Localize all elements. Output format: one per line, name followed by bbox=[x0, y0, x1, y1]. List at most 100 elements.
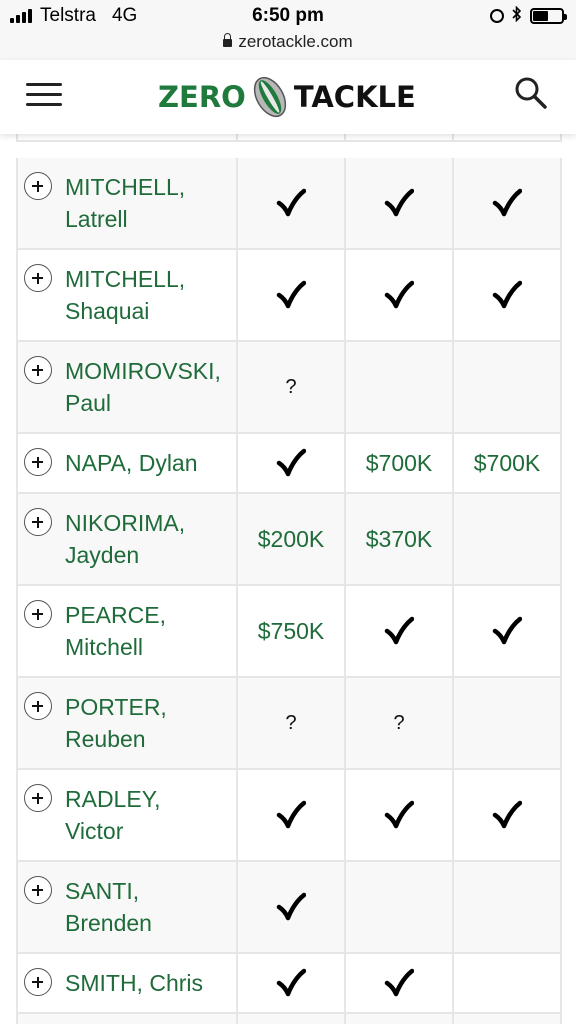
player-name[interactable]: SMITH, Chris bbox=[65, 967, 235, 999]
expand-row-plus-icon[interactable] bbox=[24, 692, 52, 720]
expand-row-plus-icon[interactable] bbox=[24, 172, 52, 200]
expand-row-plus-icon[interactable] bbox=[24, 356, 52, 384]
contracts-table: MITCHELL, Latrell MITCHELL, Shaquai MOMIROVS… bbox=[16, 134, 562, 1024]
player-name-cell: MITCHELL, Shaquai bbox=[16, 250, 238, 342]
season-cell bbox=[238, 770, 346, 862]
player-name-cell: RADLEY, Victor bbox=[16, 770, 238, 862]
checkmark-icon bbox=[492, 188, 522, 218]
player-name-line: SMITH, Chris bbox=[65, 970, 203, 996]
season-cell: $200K bbox=[238, 494, 346, 586]
season-cell: $370K bbox=[346, 494, 454, 586]
contract-value: $200K bbox=[257, 525, 325, 552]
season-cell bbox=[346, 250, 454, 342]
table-row: NAPA, Dylan $700K $700K bbox=[16, 434, 562, 494]
season-cell: ? bbox=[238, 678, 346, 770]
checkmark-icon bbox=[276, 280, 306, 310]
expand-row-plus-icon[interactable] bbox=[24, 876, 52, 904]
expand-row-plus-icon[interactable] bbox=[24, 968, 52, 996]
url-bar[interactable]: zerotackle.com bbox=[0, 32, 576, 60]
checkmark-icon bbox=[276, 448, 306, 478]
checkmark-icon bbox=[384, 616, 414, 646]
search-icon[interactable] bbox=[514, 76, 548, 115]
unknown-value: ? bbox=[393, 711, 405, 734]
player-name[interactable]: MITCHELL, Shaquai bbox=[65, 263, 235, 327]
season-cell bbox=[238, 1014, 346, 1024]
player-name[interactable]: RADLEY, Victor bbox=[65, 783, 235, 847]
season-cell bbox=[454, 1014, 562, 1024]
season-cell bbox=[346, 134, 454, 142]
player-name-cell: SANTI, Brenden bbox=[16, 862, 238, 954]
player-name-line: RADLEY, bbox=[65, 786, 161, 812]
season-cell bbox=[346, 342, 454, 434]
table-row: MOMIROVSKI, Paul? bbox=[16, 342, 562, 434]
expand-row-plus-icon[interactable] bbox=[24, 264, 52, 292]
checkmark-icon bbox=[492, 616, 522, 646]
player-name[interactable]: PORTER, Reuben bbox=[65, 691, 235, 755]
player-name-cell: MOMIROVSKI, Paul bbox=[16, 342, 238, 434]
table-row: SMITH, Chris bbox=[16, 954, 562, 1014]
table-row: NIKORIMA, Jayden $200K $370K bbox=[16, 494, 562, 586]
player-name[interactable]: NIKORIMA, Jayden bbox=[65, 507, 235, 571]
season-cell: ? bbox=[346, 678, 454, 770]
season-cell: $700K bbox=[346, 434, 454, 494]
player-name-line: NIKORIMA, bbox=[65, 510, 186, 536]
season-cell: ? bbox=[238, 342, 346, 434]
battery-icon bbox=[530, 8, 567, 24]
status-bar: Telstra 4G 6:50 pm bbox=[0, 0, 576, 32]
season-cell bbox=[238, 862, 346, 954]
rugby-ball-icon bbox=[253, 76, 286, 118]
player-name-line: Victor bbox=[65, 818, 124, 844]
player-name-line: NAPA, Dylan bbox=[65, 450, 198, 476]
contract-value: $700K bbox=[473, 449, 541, 476]
contract-value: $750K bbox=[257, 617, 325, 644]
url-text: zerotackle.com bbox=[238, 32, 353, 51]
player-name-cell: MITCHELL, Latrell bbox=[16, 158, 238, 250]
player-name[interactable]: PEARCE, Mitchell bbox=[65, 599, 235, 663]
player-name[interactable]: MITCHELL, Latrell bbox=[65, 171, 235, 235]
expand-row-plus-icon[interactable] bbox=[24, 448, 52, 476]
unknown-value: ? bbox=[285, 375, 297, 398]
season-cell bbox=[238, 158, 346, 250]
season-cell bbox=[346, 586, 454, 678]
checkmark-icon bbox=[492, 280, 522, 310]
expand-row-plus-icon[interactable] bbox=[24, 784, 52, 812]
checkmark-icon bbox=[384, 188, 414, 218]
logo-zero-text: ZERO bbox=[158, 80, 246, 114]
logo-tackle-text: TACKLE bbox=[293, 80, 416, 114]
player-name[interactable]: NAPA, Dylan bbox=[65, 447, 235, 479]
season-cell bbox=[238, 434, 346, 494]
checkmark-icon bbox=[384, 280, 414, 310]
expand-row-plus-icon[interactable] bbox=[24, 508, 52, 536]
player-name-cell: NAPA, Dylan bbox=[16, 434, 238, 494]
player-name-line: MOMIROVSKI, bbox=[65, 358, 221, 384]
table-row: SANTI, Brenden bbox=[16, 862, 562, 954]
table-row bbox=[16, 134, 562, 142]
season-cell: $750K bbox=[238, 586, 346, 678]
site-header: ZERO TACKLE bbox=[0, 60, 576, 134]
table-row: MITCHELL, Latrell bbox=[16, 158, 562, 250]
season-cell bbox=[454, 954, 562, 1014]
player-name[interactable]: SANTI, Brenden bbox=[65, 875, 235, 939]
player-name-cell: PEARCE, Mitchell bbox=[16, 586, 238, 678]
player-name[interactable]: MOMIROVSKI, Paul bbox=[65, 355, 235, 419]
season-cell bbox=[454, 158, 562, 250]
table-row: PEARCE, Mitchell $750K bbox=[16, 586, 562, 678]
checkmark-icon bbox=[276, 892, 306, 922]
bluetooth-icon bbox=[512, 5, 522, 26]
player-name-cell: NIKORIMA, Jayden bbox=[16, 494, 238, 586]
lock-icon bbox=[223, 32, 233, 47]
battery-level bbox=[533, 11, 549, 21]
player-name-line: Brenden bbox=[65, 910, 152, 936]
unknown-value: ? bbox=[285, 711, 297, 734]
expand-row-plus-icon[interactable] bbox=[24, 600, 52, 628]
player-name-line: Reuben bbox=[65, 726, 146, 752]
hamburger-menu-icon[interactable] bbox=[26, 81, 62, 109]
player-name-line: Paul bbox=[65, 390, 112, 416]
player-name-line: SANTI, bbox=[65, 878, 140, 904]
table-row: RADLEY, Victor bbox=[16, 770, 562, 862]
site-logo[interactable]: ZERO TACKLE bbox=[158, 72, 416, 122]
player-name-line: Jayden bbox=[65, 542, 140, 568]
table-row: MITCHELL, Shaquai bbox=[16, 250, 562, 342]
season-cell bbox=[454, 494, 562, 586]
season-cell bbox=[346, 1014, 454, 1024]
